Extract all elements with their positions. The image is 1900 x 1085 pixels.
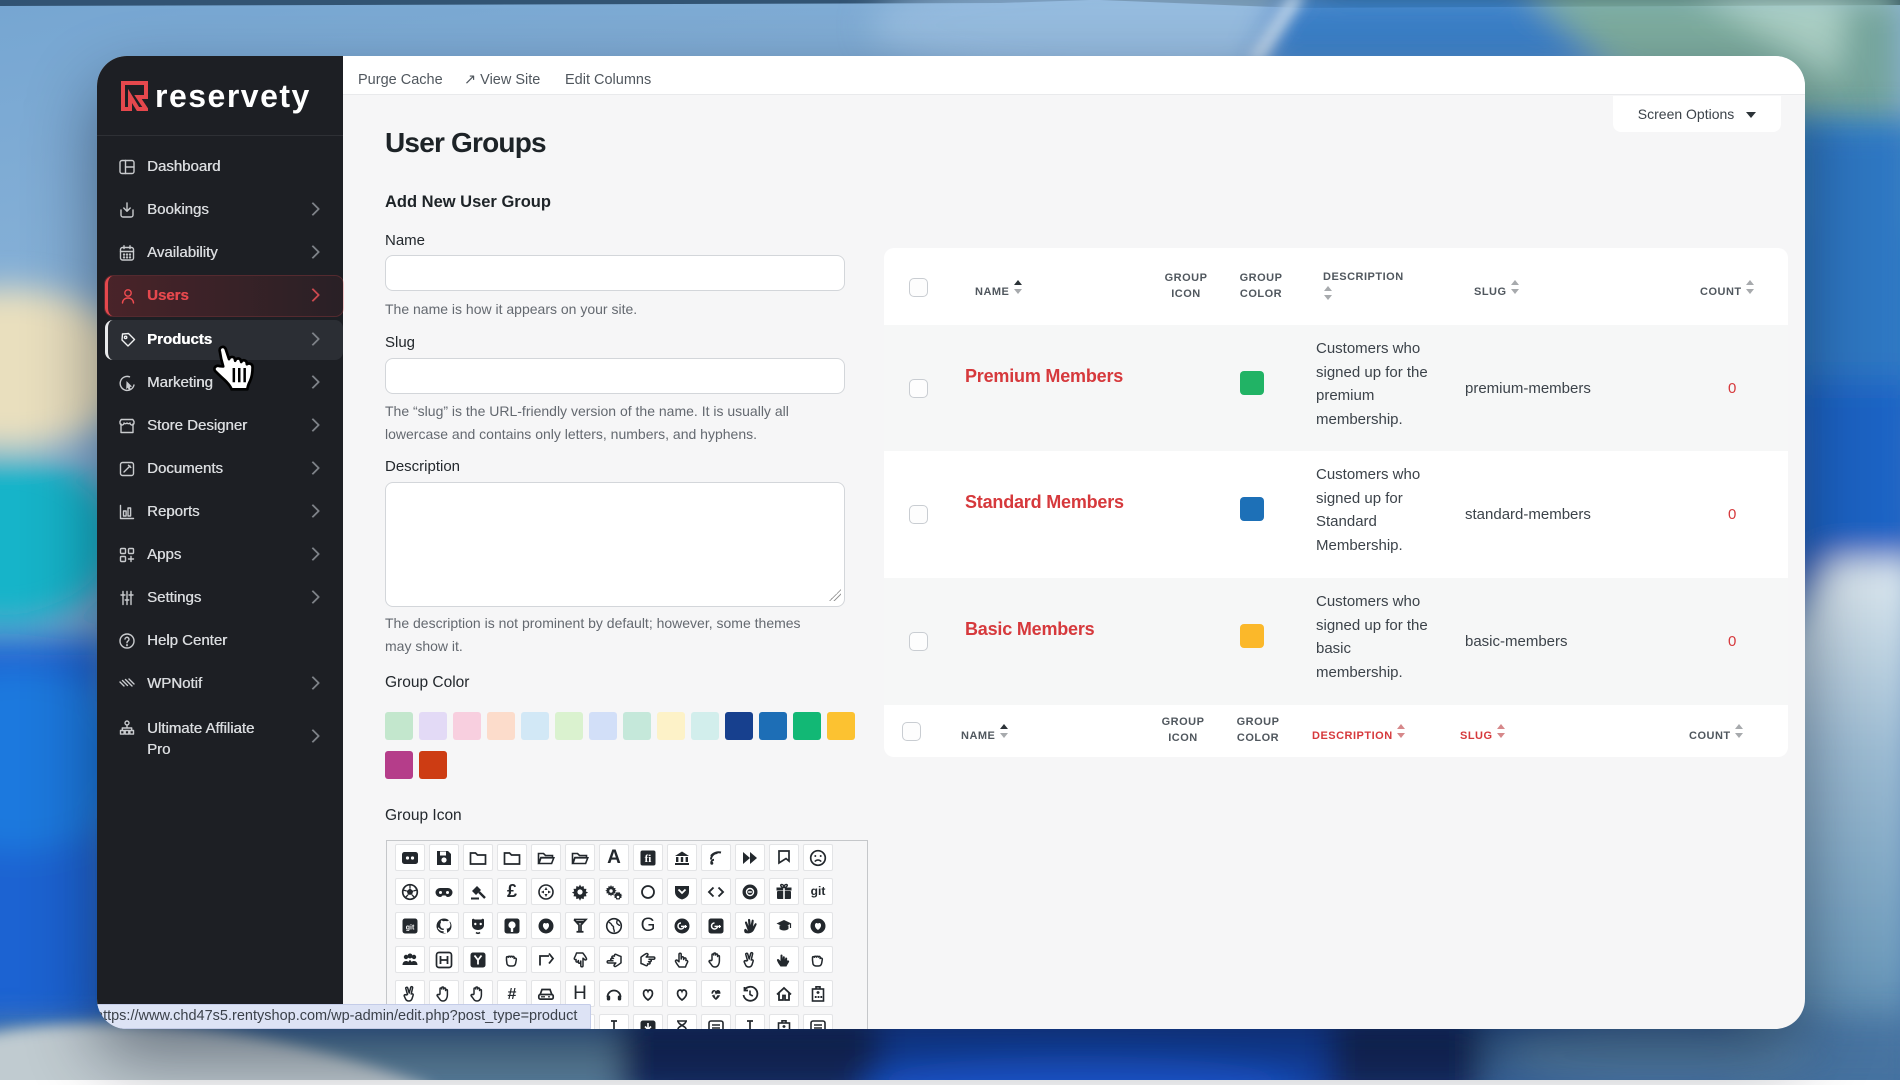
svg-text:fi: fi	[645, 853, 652, 865]
svg-text:git: git	[406, 925, 415, 932]
svg-text:#: #	[508, 986, 517, 1003]
